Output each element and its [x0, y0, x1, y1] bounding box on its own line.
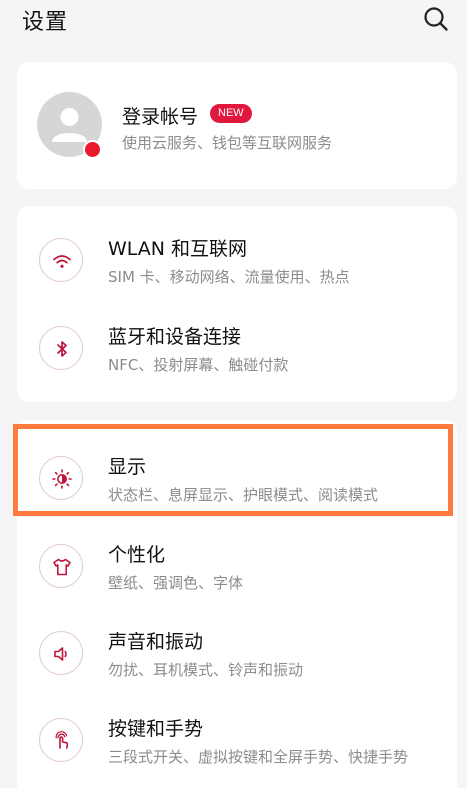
bluetooth-icon-circle	[39, 326, 83, 370]
page-title: 设置	[22, 10, 69, 35]
settings-item-subtitle: 三段式开关、虚拟按键和全屏手势、快捷手势	[108, 748, 409, 766]
settings-item-display[interactable]: 显示 状态栏、息屏显示、护眼模式、阅读模式	[17, 438, 457, 522]
search-button[interactable]	[421, 4, 451, 34]
account-subtitle: 使用云服务、钱包等互联网服务	[122, 134, 333, 152]
wifi-icon-circle	[39, 238, 83, 282]
brightness-icon	[52, 469, 72, 489]
settings-item-subtitle: NFC、投射屏幕、触碰付款	[108, 356, 289, 374]
search-icon	[424, 7, 448, 31]
settings-item-gestures[interactable]: 按键和手势 三段式开关、虚拟按键和全屏手势、快捷手势	[17, 700, 457, 784]
wifi-icon	[53, 255, 71, 268]
account-card[interactable]: 登录帐号 NEW 使用云服务、钱包等互联网服务	[17, 62, 457, 189]
settings-item-title: 蓝牙和设备连接	[108, 326, 242, 348]
settings-item-title: 显示	[108, 456, 147, 478]
tshirt-icon-circle	[39, 544, 83, 588]
tshirt-icon	[53, 558, 71, 576]
speaker-icon	[54, 647, 67, 661]
settings-item-personalization[interactable]: 个性化 壁纸、强调色、字体	[17, 526, 457, 610]
brightness-icon-circle	[39, 456, 83, 500]
settings-item-subtitle: 状态栏、息屏显示、护眼模式、阅读模式	[108, 486, 379, 504]
settings-item-title: 声音和振动	[108, 631, 204, 653]
speaker-icon-circle	[39, 631, 83, 675]
settings-item-subtitle: SIM 卡、移动网络、流量使用、热点	[108, 268, 350, 286]
display-group-card: 显示 状态栏、息屏显示、护眼模式、阅读模式 个性化 壁纸、强调色、字体 声音和振…	[17, 420, 457, 788]
network-group-card: WLAN 和互联网 SIM 卡、移动网络、流量使用、热点 蓝牙和设备连接 NFC…	[17, 206, 457, 402]
gesture-icon	[55, 731, 69, 749]
settings-item-wlan[interactable]: WLAN 和互联网 SIM 卡、移动网络、流量使用、热点	[17, 220, 457, 304]
settings-item-bluetooth[interactable]: 蓝牙和设备连接 NFC、投射屏幕、触碰付款	[17, 308, 457, 392]
settings-item-title: 个性化	[108, 544, 166, 566]
settings-item-sound[interactable]: 声音和振动 勿扰、耳机模式、铃声和振动	[17, 613, 457, 697]
notification-dot	[83, 140, 102, 159]
settings-item-title: WLAN 和互联网	[108, 238, 248, 260]
bluetooth-icon	[57, 341, 67, 357]
account-title: 登录帐号	[122, 106, 199, 128]
settings-item-subtitle: 壁纸、强调色、字体	[108, 574, 244, 592]
gesture-icon-circle	[39, 718, 83, 762]
new-badge: NEW	[210, 104, 252, 123]
settings-item-subtitle: 勿扰、耳机模式、铃声和振动	[108, 661, 304, 679]
top-bar: 设置	[0, 0, 467, 44]
settings-item-title: 按键和手势	[108, 718, 204, 740]
